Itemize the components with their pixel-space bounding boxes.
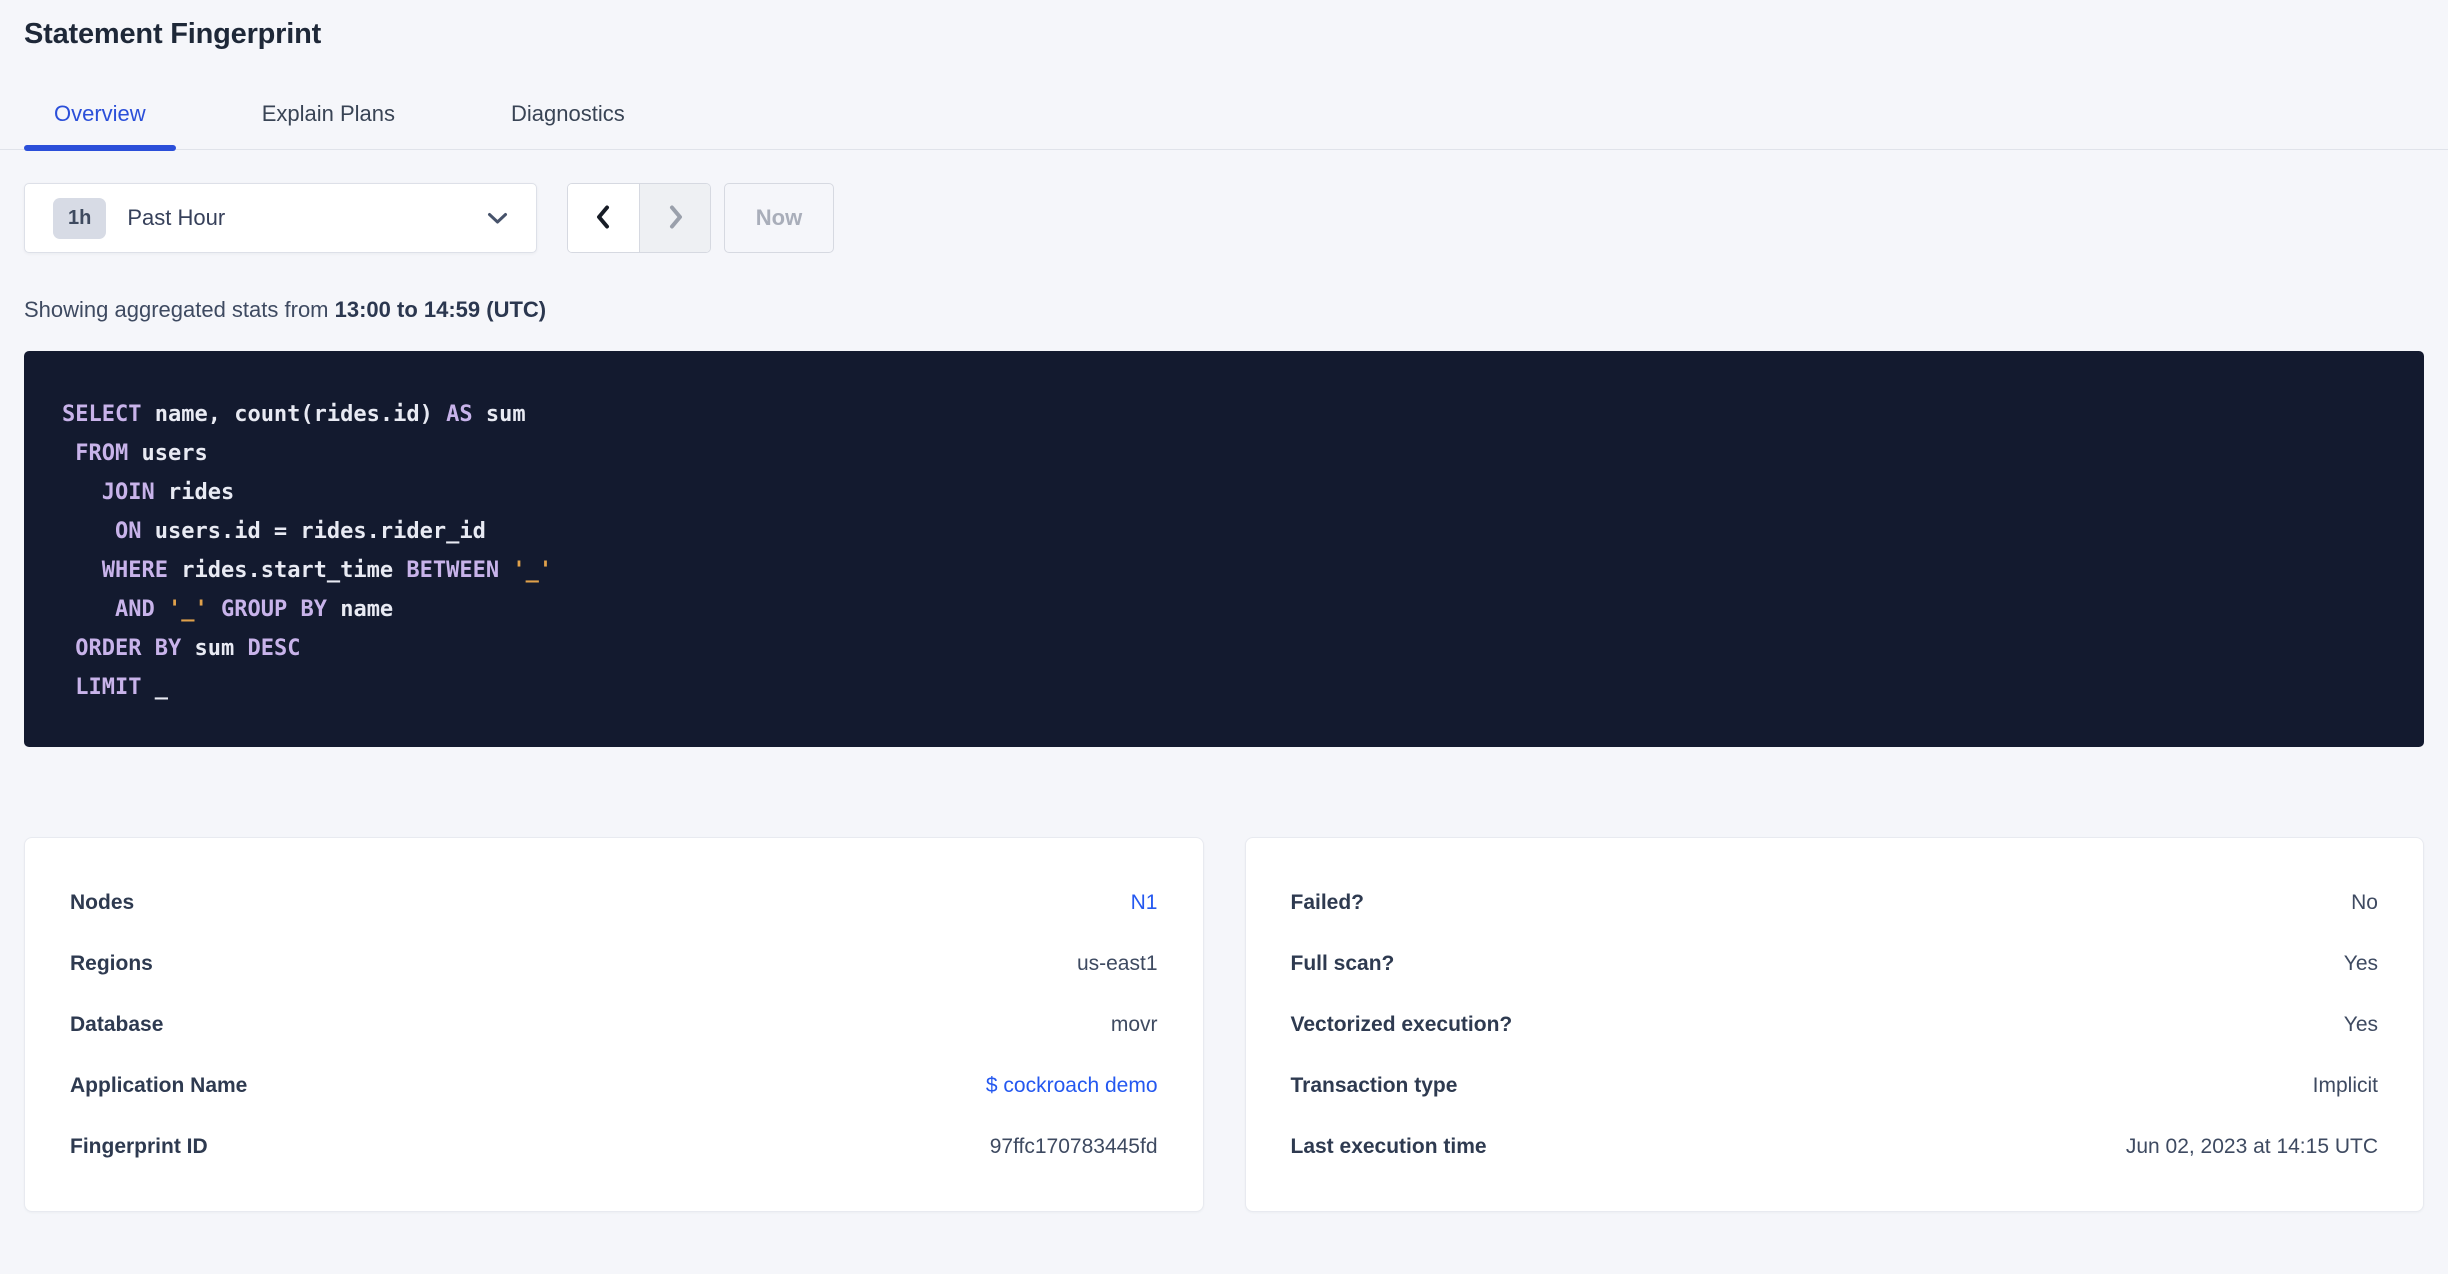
detail-value: Jun 02, 2023 at 14:15 UTC — [2125, 1134, 2378, 1158]
details-cards: Nodes N1 Regions us-east1 Database movr Applic… — [24, 837, 2424, 1212]
chevron-left-icon — [592, 204, 616, 233]
detail-label: Full scan? — [1290, 951, 1395, 975]
time-step-buttons — [567, 183, 711, 253]
previous-interval-button[interactable] — [568, 184, 639, 252]
sql-line: ORDER BY sum DESC — [75, 636, 301, 661]
detail-value: us-east1 — [1076, 951, 1158, 975]
detail-label: Vectorized execution? — [1290, 1012, 1513, 1036]
time-controls: 1h Past Hour Now — [24, 183, 2424, 253]
sql-statement: SELECT name, count(rides.id) AS sum FROM… — [62, 395, 2386, 707]
detail-label: Fingerprint ID — [70, 1134, 208, 1158]
tab-bar: Overview Explain Plans Diagnostics — [0, 101, 2448, 151]
tab-overview[interactable]: Overview — [24, 101, 176, 151]
tab-explain-plans[interactable]: Explain Plans — [232, 101, 425, 149]
detail-label: Regions — [70, 951, 153, 975]
sql-line: LIMIT _ — [75, 675, 168, 700]
detail-value-link[interactable]: $ cockroach demo — [986, 1074, 1158, 1098]
detail-label: Database — [70, 1012, 164, 1036]
time-range-label: Past Hour — [127, 205, 226, 230]
detail-value: Yes — [2343, 1012, 2378, 1036]
sql-line: SELECT name, count(rides.id) AS sum — [62, 402, 526, 427]
detail-row: Vectorized execution? Yes — [1291, 994, 2379, 1055]
statement-fingerprint-page: Statement Fingerprint Overview Explain Pl… — [0, 18, 2448, 1212]
detail-label: Nodes — [70, 890, 135, 914]
detail-row: Transaction type Implicit — [1291, 1055, 2379, 1116]
page-title: Statement Fingerprint — [24, 18, 322, 50]
next-interval-button[interactable] — [639, 184, 710, 252]
detail-value: movr — [1110, 1012, 1158, 1036]
detail-label: Failed? — [1290, 890, 1365, 914]
time-range-dropdown[interactable]: 1h Past Hour — [24, 183, 537, 253]
detail-row: Database movr — [70, 994, 1158, 1055]
detail-value: No — [2351, 890, 2378, 914]
detail-label: Application Name — [70, 1073, 248, 1097]
sql-line: FROM users — [75, 441, 208, 466]
chevron-right-icon — [663, 204, 687, 233]
sql-line: AND '_' GROUP BY name — [114, 597, 394, 622]
detail-value: Yes — [2343, 951, 2378, 975]
detail-row: Application Name $ cockroach demo — [70, 1055, 1158, 1116]
now-button[interactable]: Now — [724, 183, 834, 253]
sql-line: JOIN rides — [101, 480, 235, 505]
detail-row: Nodes N1 — [70, 872, 1158, 933]
detail-row: Failed? No — [1291, 872, 2379, 933]
detail-label: Last execution time — [1290, 1134, 1487, 1158]
detail-row: Last execution time Jun 02, 2023 at 14:15… — [1291, 1116, 2379, 1177]
details-card-left: Nodes N1 Regions us-east1 Database movr Applic… — [24, 837, 1204, 1212]
tab-diagnostics[interactable]: Diagnostics — [481, 101, 655, 149]
stats-line-prefix: Showing aggregated stats from — [24, 297, 335, 322]
chevron-down-icon — [487, 212, 508, 225]
detail-value: Implicit — [2312, 1073, 2378, 1097]
detail-value-link[interactable]: N1 — [1131, 891, 1158, 915]
detail-value: 97ffc170783445fd — [989, 1134, 1158, 1158]
detail-row: Fingerprint ID 97ffc170783445fd — [70, 1116, 1158, 1177]
detail-row: Regions us-east1 — [70, 933, 1158, 994]
sql-line: WHERE rides.start_time BETWEEN '_' — [101, 558, 553, 583]
stats-line-range: 13:00 to 14:59 (UTC) — [334, 297, 547, 322]
details-card-right: Failed? No Full scan? Yes Vectorized executi… — [1244, 837, 2424, 1212]
sql-line: ON users.id = rides.rider_id — [114, 519, 486, 544]
interval-badge: 1h — [53, 197, 107, 239]
aggregated-stats-line: Showing aggregated stats from 13:00 to 1… — [24, 297, 2424, 323]
sql-statement-box: SELECT name, count(rides.id) AS sum FROM… — [24, 351, 2424, 747]
detail-row: Full scan? Yes — [1291, 933, 2379, 994]
detail-label: Transaction type — [1290, 1073, 1458, 1097]
